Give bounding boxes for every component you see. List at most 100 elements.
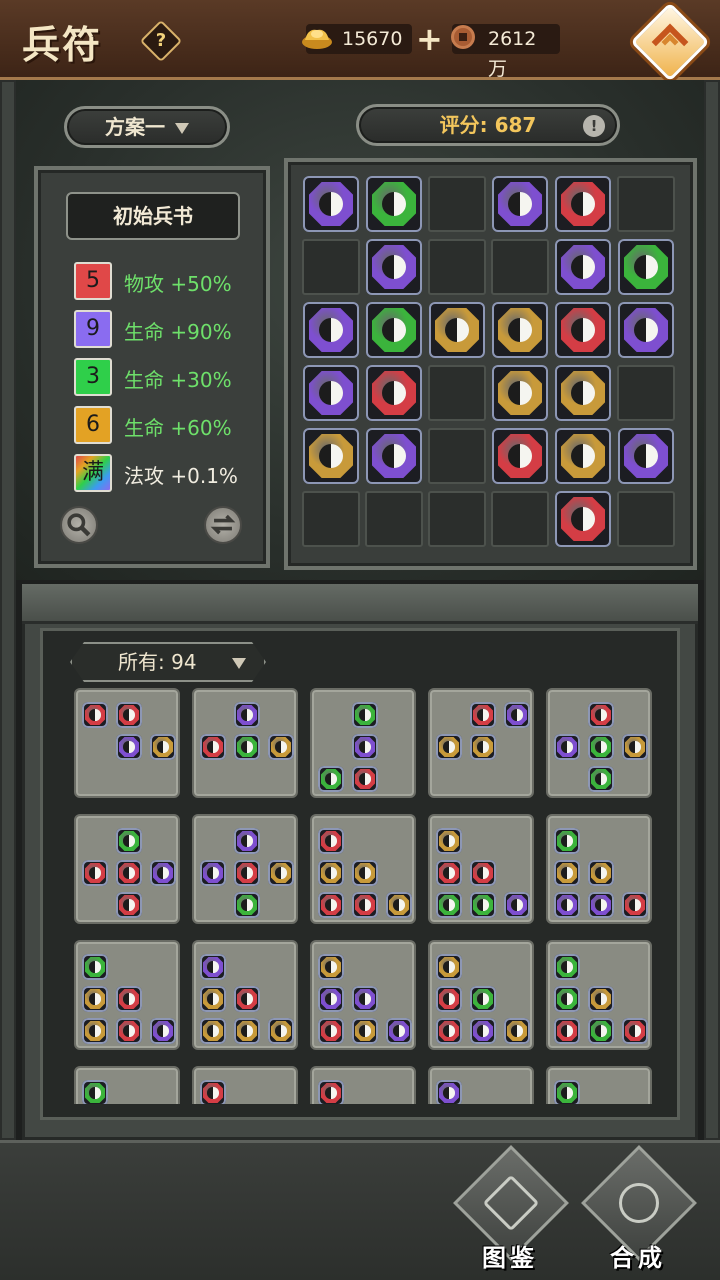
swap-button[interactable] [204, 506, 242, 544]
board-slot[interactable] [491, 176, 549, 232]
formation-card[interactable] [310, 1066, 416, 1104]
gem-icon[interactable] [492, 176, 548, 232]
formation-card[interactable] [192, 688, 298, 798]
board-slot[interactable] [554, 239, 612, 295]
gem-icon[interactable] [555, 491, 611, 547]
board-slot[interactable] [491, 239, 549, 295]
gem-icon[interactable] [618, 239, 674, 295]
board-slot[interactable] [491, 491, 549, 547]
board-slot[interactable] [428, 239, 486, 295]
formation-card[interactable] [192, 1066, 298, 1104]
search-icon [67, 513, 91, 537]
board-slot[interactable] [554, 491, 612, 547]
board-slot[interactable] [554, 302, 612, 358]
gold-amount: 15670 [342, 28, 403, 50]
gem-icon[interactable] [366, 428, 422, 484]
board-slot[interactable] [302, 176, 360, 232]
gem-icon [554, 954, 580, 980]
gem-icon[interactable] [303, 428, 359, 484]
gem-icon[interactable] [555, 176, 611, 232]
board-slot[interactable] [554, 365, 612, 421]
board-slot[interactable] [365, 302, 423, 358]
book-title[interactable]: 初始兵书 [66, 192, 240, 240]
board-slot[interactable] [365, 239, 423, 295]
board-slot[interactable] [491, 365, 549, 421]
board-slot[interactable] [428, 365, 486, 421]
board-slot[interactable] [617, 365, 675, 421]
gem-icon[interactable] [555, 239, 611, 295]
board-slot[interactable] [491, 302, 549, 358]
filter-label: 所有: 94 [118, 650, 197, 674]
formation-card[interactable] [428, 814, 534, 924]
gem-icon[interactable] [492, 302, 548, 358]
gem-icon[interactable] [492, 365, 548, 421]
gem-icon[interactable] [618, 428, 674, 484]
gem-icon[interactable] [366, 176, 422, 232]
gem-icon[interactable] [618, 302, 674, 358]
board-slot[interactable] [617, 428, 675, 484]
formation-card[interactable] [428, 1066, 534, 1104]
board-slot[interactable] [302, 302, 360, 358]
gem-icon [504, 702, 530, 728]
gem-icon[interactable] [303, 176, 359, 232]
gem-icon[interactable] [555, 365, 611, 421]
formation-card[interactable] [310, 688, 416, 798]
book-panel: 初始兵书 5 物攻 +50% 9 生命 +90% 3 生命 +30% 6 生命 +60% 满法攻… [34, 166, 270, 568]
formation-card[interactable] [192, 814, 298, 924]
gem-icon[interactable] [366, 302, 422, 358]
formation-card[interactable] [74, 940, 180, 1050]
formation-card[interactable] [546, 814, 652, 924]
board-slot[interactable] [365, 491, 423, 547]
magnify-button[interactable] [60, 506, 98, 544]
formation-card[interactable] [310, 814, 416, 924]
board-slot[interactable] [365, 365, 423, 421]
board-slot[interactable] [428, 491, 486, 547]
bonus-count-badge: 9 [74, 310, 112, 348]
gem-icon[interactable] [492, 428, 548, 484]
gem-icon [588, 702, 614, 728]
board-slot[interactable] [617, 239, 675, 295]
copper-counter: 2612万 [451, 24, 560, 80]
formation-card[interactable] [428, 940, 534, 1050]
formation-card[interactable] [546, 1066, 652, 1104]
gem-icon[interactable] [429, 302, 485, 358]
add-currency-button[interactable]: + [416, 23, 443, 55]
formation-card[interactable] [192, 940, 298, 1050]
gem-icon [234, 702, 260, 728]
gem-icon[interactable] [366, 365, 422, 421]
gem-icon[interactable] [555, 302, 611, 358]
board-slot[interactable] [428, 428, 486, 484]
board-slot[interactable] [428, 302, 486, 358]
gem-icon [116, 734, 142, 760]
formation-card[interactable] [428, 688, 534, 798]
score-info-button[interactable]: ! [583, 115, 605, 137]
formation-card[interactable] [310, 940, 416, 1050]
board-slot[interactable] [302, 239, 360, 295]
gem-icon[interactable] [366, 239, 422, 295]
formation-card[interactable] [74, 814, 180, 924]
board-slot[interactable] [617, 491, 675, 547]
board-slot[interactable] [302, 491, 360, 547]
formation-card[interactable] [546, 940, 652, 1050]
board-slot[interactable] [617, 176, 675, 232]
gem-icon[interactable] [303, 302, 359, 358]
board-slot[interactable] [365, 176, 423, 232]
board-slot[interactable] [302, 365, 360, 421]
plan-dropdown[interactable]: 方案一 [64, 106, 230, 148]
book-icon [482, 1174, 540, 1232]
gem-icon[interactable] [303, 365, 359, 421]
board-slot[interactable] [554, 176, 612, 232]
gem-icon [554, 1018, 580, 1044]
gem-icon [436, 734, 462, 760]
board-slot[interactable] [491, 428, 549, 484]
gem-icon[interactable] [555, 428, 611, 484]
board-slot[interactable] [428, 176, 486, 232]
board-slot[interactable] [365, 428, 423, 484]
filter-dropdown[interactable]: 所有: 94 [70, 642, 266, 682]
board-slot[interactable] [617, 302, 675, 358]
formation-card[interactable] [546, 688, 652, 798]
formation-card[interactable] [74, 1066, 180, 1104]
formation-card[interactable] [74, 688, 180, 798]
board-slot[interactable] [554, 428, 612, 484]
board-slot[interactable] [302, 428, 360, 484]
